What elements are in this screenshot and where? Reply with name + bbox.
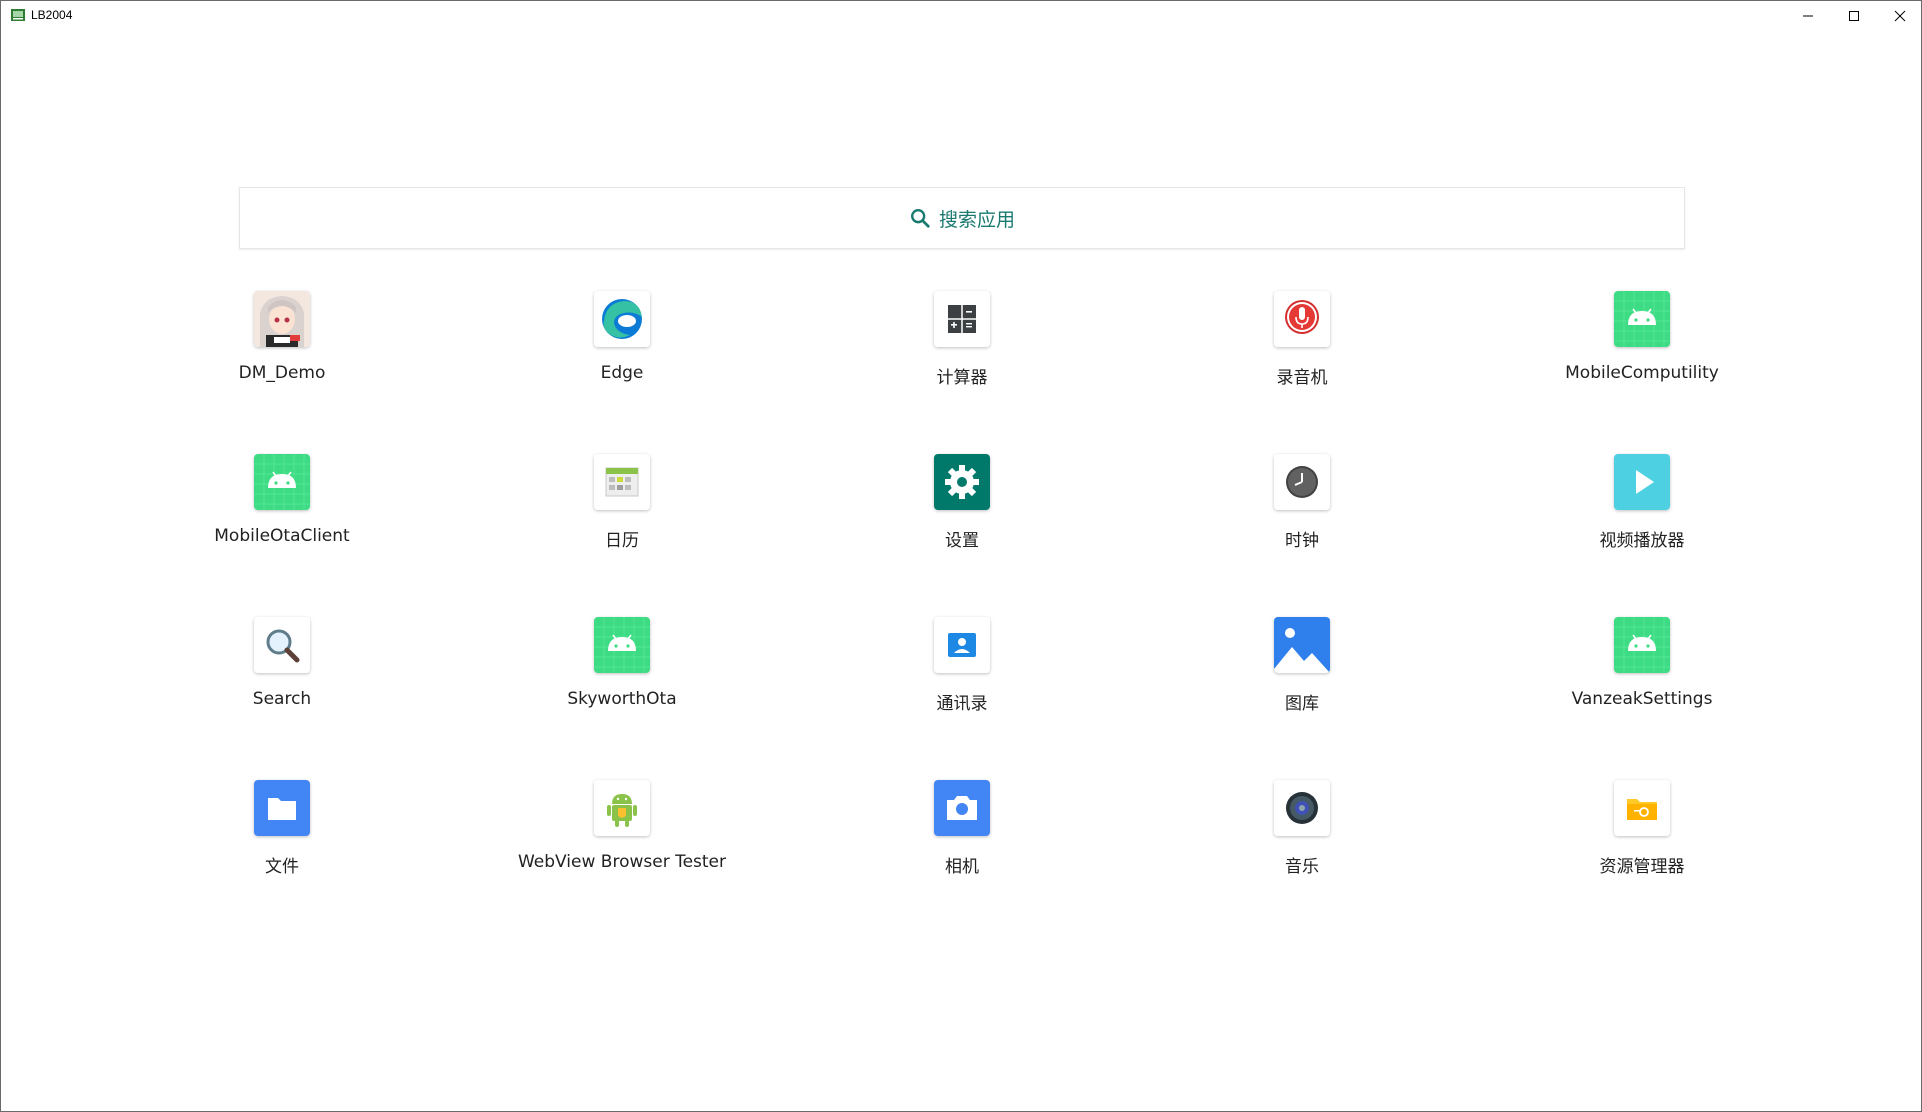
app-label: VanzeakSettings	[1571, 689, 1713, 709]
android-icon	[1614, 617, 1670, 673]
app-file-manager[interactable]: 资源管理器	[1492, 780, 1792, 910]
app-calculator[interactable]: 计算器	[812, 291, 1112, 421]
app-search[interactable]: Search	[132, 617, 432, 747]
emulator-window: LB2004 搜索应用 DM_Demo Edge 计算器 录音机 MobileC…	[0, 0, 1922, 1112]
app-music[interactable]: 音乐	[1152, 780, 1452, 910]
settings-gear-icon	[934, 454, 990, 510]
title-bar: LB2004	[1, 1, 1921, 31]
app-video-player[interactable]: 视频播放器	[1492, 454, 1792, 584]
app-label: 图库	[1285, 694, 1319, 714]
close-button[interactable]	[1877, 1, 1922, 31]
app-label: WebView Browser Tester	[517, 852, 727, 872]
android-icon	[254, 454, 310, 510]
clock-icon	[1274, 454, 1330, 510]
android-robot-icon	[594, 780, 650, 836]
app-label: 时钟	[1285, 531, 1319, 551]
app-contacts[interactable]: 通讯录	[812, 617, 1112, 747]
android-icon	[1614, 291, 1670, 347]
app-label: Search	[252, 689, 312, 709]
magnifier-icon	[254, 617, 310, 673]
android-icon	[594, 617, 650, 673]
app-dm-demo[interactable]: DM_Demo	[132, 291, 432, 421]
app-calendar[interactable]: 日历	[472, 454, 772, 584]
app-label: 音乐	[1285, 857, 1319, 877]
camera-icon	[934, 780, 990, 836]
anime-avatar-icon	[254, 291, 310, 347]
search-apps-bar[interactable]: 搜索应用	[239, 187, 1685, 249]
play-icon	[1614, 454, 1670, 510]
app-edge[interactable]: Edge	[472, 291, 772, 421]
app-label: 文件	[265, 857, 299, 877]
maximize-button[interactable]	[1831, 1, 1877, 31]
app-camera[interactable]: 相机	[812, 780, 1112, 910]
app-mobileotaclient[interactable]: MobileOtaClient	[132, 454, 432, 584]
app-label: 录音机	[1276, 368, 1328, 388]
close-icon	[1894, 10, 1906, 22]
edge-icon	[594, 291, 650, 347]
app-label: 资源管理器	[1599, 857, 1685, 877]
app-webview-browser-tester[interactable]: WebView Browser Tester	[472, 780, 772, 910]
app-label: Edge	[600, 363, 644, 383]
app-gallery[interactable]: 图库	[1152, 617, 1452, 747]
app-label: 相机	[945, 857, 979, 877]
contacts-icon	[934, 617, 990, 673]
maximize-icon	[1849, 11, 1859, 21]
app-settings[interactable]: 设置	[812, 454, 1112, 584]
search-label: 搜索应用	[938, 208, 1015, 231]
minimize-icon	[1803, 15, 1813, 17]
gallery-icon	[1274, 617, 1330, 673]
folder-icon	[254, 780, 310, 836]
search-icon	[911, 209, 930, 228]
app-label: 日历	[605, 531, 639, 551]
app-label: MobileComputility	[1565, 363, 1719, 383]
microphone-icon	[1274, 291, 1330, 347]
file-manager-icon	[1614, 780, 1670, 836]
window-app-icon	[11, 9, 25, 21]
app-files[interactable]: 文件	[132, 780, 432, 910]
app-mobilecomputility[interactable]: MobileComputility	[1492, 291, 1792, 421]
speaker-icon	[1274, 780, 1330, 836]
app-label: MobileOtaClient	[214, 526, 350, 546]
app-vanzeaksettings[interactable]: VanzeakSettings	[1492, 617, 1792, 747]
app-label: 设置	[945, 531, 979, 551]
app-label: 计算器	[936, 368, 988, 388]
calendar-icon	[594, 454, 650, 510]
window-title: LB2004	[31, 8, 73, 22]
app-label: SkyworthOta	[567, 689, 677, 709]
app-label: 通讯录	[936, 694, 988, 714]
app-recorder[interactable]: 录音机	[1152, 291, 1452, 421]
minimize-button[interactable]	[1785, 1, 1831, 31]
app-label: 视频播放器	[1599, 531, 1685, 551]
app-skyworthota[interactable]: SkyworthOta	[472, 617, 772, 747]
app-label: DM_Demo	[238, 363, 326, 383]
calculator-icon	[934, 291, 990, 347]
app-clock[interactable]: 时钟	[1152, 454, 1452, 584]
